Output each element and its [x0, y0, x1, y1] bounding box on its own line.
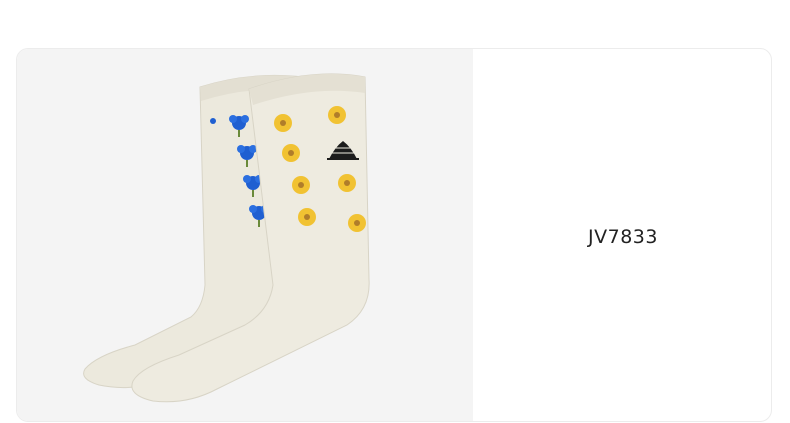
product-card[interactable]: JV7833: [16, 48, 772, 422]
yellow-flower-1: [274, 114, 292, 132]
yellow-flower-7: [348, 214, 366, 232]
yellow-flower-2: [328, 106, 346, 124]
product-info: JV7833: [473, 49, 771, 421]
product-code: JV7833: [588, 226, 658, 248]
socks-icon: [83, 73, 370, 403]
product-image[interactable]: [17, 49, 473, 421]
yellow-flower-5: [338, 174, 356, 192]
yellow-flower-6: [298, 208, 316, 226]
yellow-flower-3: [282, 144, 300, 162]
yellow-flower-4: [292, 176, 310, 194]
page: JV7833: [0, 0, 790, 423]
